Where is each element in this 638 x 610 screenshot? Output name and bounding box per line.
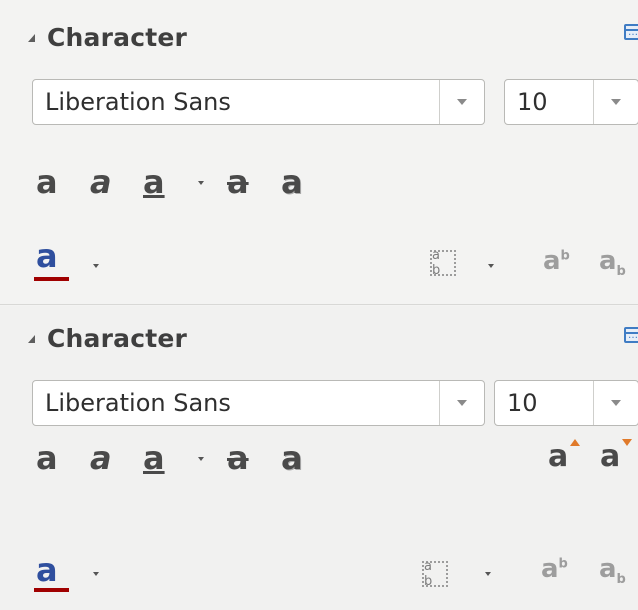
strikethrough-button[interactable]: a	[227, 442, 249, 474]
subscript-mark: b	[616, 264, 626, 280]
character-panel-1: Character Liberation Sans 10 a a a a a a…	[0, 0, 638, 305]
shadow-button[interactable]: a	[281, 442, 303, 474]
superscript-button[interactable]: ab	[543, 248, 570, 274]
subscript-button[interactable]: ab	[599, 556, 626, 586]
font-color-button[interactable]: a	[36, 554, 58, 586]
panel-header[interactable]: Character	[28, 22, 187, 52]
subscript-base: a	[599, 554, 617, 584]
font-size-value: 10	[507, 389, 538, 417]
shadow-button[interactable]: a	[281, 166, 303, 198]
shrink-font-glyph: a	[600, 439, 621, 474]
superscript-button[interactable]: ab	[541, 556, 568, 582]
bold-button[interactable]: a	[36, 442, 58, 474]
character-spacing-dropdown-icon[interactable]	[488, 264, 494, 268]
chevron-down-icon	[611, 99, 621, 105]
chevron-down-icon	[457, 99, 467, 105]
superscript-base: a	[543, 246, 561, 276]
panel-title: Character	[47, 323, 188, 353]
font-size-combobox[interactable]: 10	[494, 380, 638, 426]
font-color-swatch	[34, 588, 69, 592]
superscript-mark: b	[560, 248, 570, 264]
shrink-font-button[interactable]: a	[600, 439, 632, 474]
subscript-mark: b	[616, 572, 626, 588]
font-name-dropdown-button[interactable]	[439, 80, 484, 124]
italic-button[interactable]: a	[90, 166, 112, 198]
font-size-dropdown-button[interactable]	[593, 381, 638, 425]
font-size-combobox[interactable]: 10	[504, 79, 638, 125]
font-name-dropdown-button[interactable]	[439, 381, 484, 425]
character-spacing-button[interactable]: a b	[430, 248, 456, 278]
decrease-arrow-icon	[622, 439, 632, 446]
underline-button[interactable]: a	[143, 442, 165, 474]
superscript-base: a	[541, 554, 559, 584]
character-panel-2: Character Liberation Sans 10 a a a a a a…	[0, 306, 638, 610]
more-options-icon[interactable]	[624, 327, 638, 343]
bold-button[interactable]: a	[36, 166, 58, 198]
font-name-value: Liberation Sans	[45, 389, 231, 417]
subscript-button[interactable]: ab	[599, 248, 626, 278]
collapse-triangle-icon[interactable]	[28, 335, 35, 343]
underline-dropdown-icon[interactable]	[198, 457, 204, 461]
panel-title: Character	[47, 22, 188, 52]
font-size-value: 10	[517, 88, 548, 116]
increase-arrow-icon	[570, 439, 580, 446]
chevron-down-icon	[457, 400, 467, 406]
character-spacing-button[interactable]: a b	[422, 559, 448, 589]
font-color-dropdown-icon[interactable]	[93, 572, 99, 576]
grow-font-button[interactable]: a	[548, 439, 580, 474]
font-size-dropdown-button[interactable]	[593, 80, 638, 124]
character-spacing-dropdown-icon[interactable]	[485, 572, 491, 576]
subscript-base: a	[599, 246, 617, 276]
font-color-dropdown-icon[interactable]	[93, 264, 99, 268]
italic-button[interactable]: a	[90, 442, 112, 474]
font-color-swatch	[34, 277, 69, 281]
grow-font-glyph: a	[548, 439, 569, 474]
superscript-mark: b	[558, 556, 568, 572]
font-name-combobox[interactable]: Liberation Sans	[32, 380, 485, 426]
underline-dropdown-icon[interactable]	[198, 181, 204, 185]
chevron-down-icon	[611, 400, 621, 406]
more-options-icon[interactable]	[624, 24, 638, 40]
panel-header[interactable]: Character	[28, 323, 187, 353]
collapse-triangle-icon[interactable]	[28, 34, 35, 42]
strikethrough-button[interactable]: a	[227, 166, 249, 198]
font-color-button[interactable]: a	[36, 240, 58, 272]
font-name-value: Liberation Sans	[45, 88, 231, 116]
underline-button[interactable]: a	[143, 166, 165, 198]
font-name-combobox[interactable]: Liberation Sans	[32, 79, 485, 125]
